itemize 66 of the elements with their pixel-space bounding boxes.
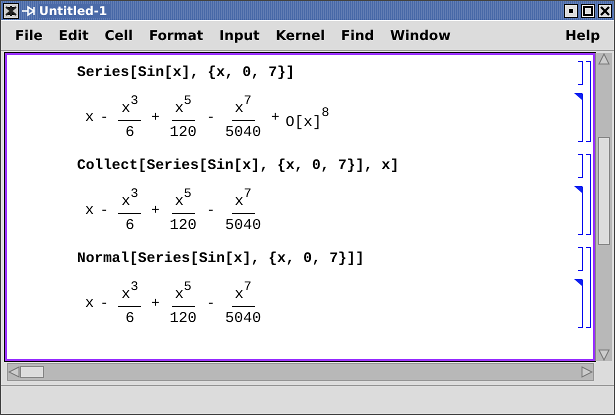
numerator: x$^{5}$ xyxy=(172,186,195,214)
numerator: x$^{5}$ xyxy=(172,93,195,121)
denominator: 5040 xyxy=(225,123,262,142)
denominator: 5040 xyxy=(225,216,262,235)
numerator: x$^{3}$ xyxy=(118,186,142,214)
group-bracket[interactable] xyxy=(586,154,591,235)
denominator: 6 xyxy=(125,216,134,235)
operator: - xyxy=(100,202,108,218)
scrollbar-thumb[interactable] xyxy=(598,137,610,245)
math-term: x xyxy=(85,109,94,126)
output-marker-icon xyxy=(574,279,582,286)
scroll-right-icon[interactable] xyxy=(581,365,593,379)
menu-item[interactable]: Input xyxy=(211,28,268,44)
denominator: 120 xyxy=(170,216,197,235)
window-title: Untitled-1 xyxy=(39,4,112,18)
numerator: x$^{7}$ xyxy=(232,186,254,214)
denominator: 120 xyxy=(170,123,197,142)
cell-bracket[interactable] xyxy=(578,61,583,85)
scrollbar-thumb[interactable] xyxy=(20,366,44,378)
menu-item[interactable]: Find xyxy=(333,28,382,44)
cell-bracket[interactable] xyxy=(578,247,583,271)
input-code: Normal[Series[Sin[x], {x, 0, 7}]] xyxy=(77,250,364,269)
menu-item[interactable]: Help xyxy=(557,28,608,44)
cell-bracket[interactable] xyxy=(578,154,583,178)
denominator: 6 xyxy=(125,309,134,328)
operator: + xyxy=(151,202,160,218)
operator: + xyxy=(151,110,160,126)
operator: - xyxy=(100,296,108,312)
numerator: x$^{3}$ xyxy=(118,279,142,307)
menu-item[interactable]: Kernel xyxy=(268,28,333,44)
minimize-button[interactable] xyxy=(564,4,578,18)
menu-item[interactable]: Edit xyxy=(50,28,97,44)
input-code: Series[Sin[x], {x, 0, 7}] xyxy=(77,64,295,83)
denominator: 6 xyxy=(125,123,134,142)
operator: + xyxy=(151,296,160,312)
numerator: x$^{3}$ xyxy=(118,93,142,121)
scroll-down-icon[interactable] xyxy=(597,349,611,361)
app-icon[interactable] xyxy=(3,2,19,18)
operator: - xyxy=(206,202,216,218)
pin-icon[interactable] xyxy=(22,4,36,16)
numerator: x$^{7}$ xyxy=(232,279,254,307)
menu-item[interactable]: Window xyxy=(382,28,459,44)
menu-item[interactable]: Format xyxy=(140,28,212,44)
order-term: O[x] $^{8}$ xyxy=(286,104,330,130)
operator: - xyxy=(206,296,216,312)
menu-item[interactable]: Cell xyxy=(96,28,141,44)
scroll-up-icon[interactable] xyxy=(597,53,611,65)
denominator: 120 xyxy=(170,309,197,328)
output-marker-icon xyxy=(574,93,582,100)
math-term: x xyxy=(85,202,94,219)
operator: - xyxy=(100,110,108,126)
scroll-left-icon[interactable] xyxy=(8,365,20,379)
numerator: x$^{7}$ xyxy=(232,93,254,121)
math-term: x xyxy=(85,295,94,312)
output-marker-icon xyxy=(574,186,582,193)
group-bracket[interactable] xyxy=(586,61,591,142)
numerator: x$^{5}$ xyxy=(172,279,195,307)
operator: - xyxy=(206,110,216,126)
menu-item[interactable]: File xyxy=(7,28,51,44)
group-bracket[interactable] xyxy=(586,247,591,328)
denominator: 5040 xyxy=(225,309,262,328)
maximize-button[interactable] xyxy=(581,4,595,18)
operator: + xyxy=(271,110,280,126)
close-button[interactable] xyxy=(598,4,612,18)
close-icon xyxy=(600,6,610,16)
input-code: Collect[Series[Sin[x], {x, 0, 7}], x] xyxy=(77,157,399,176)
